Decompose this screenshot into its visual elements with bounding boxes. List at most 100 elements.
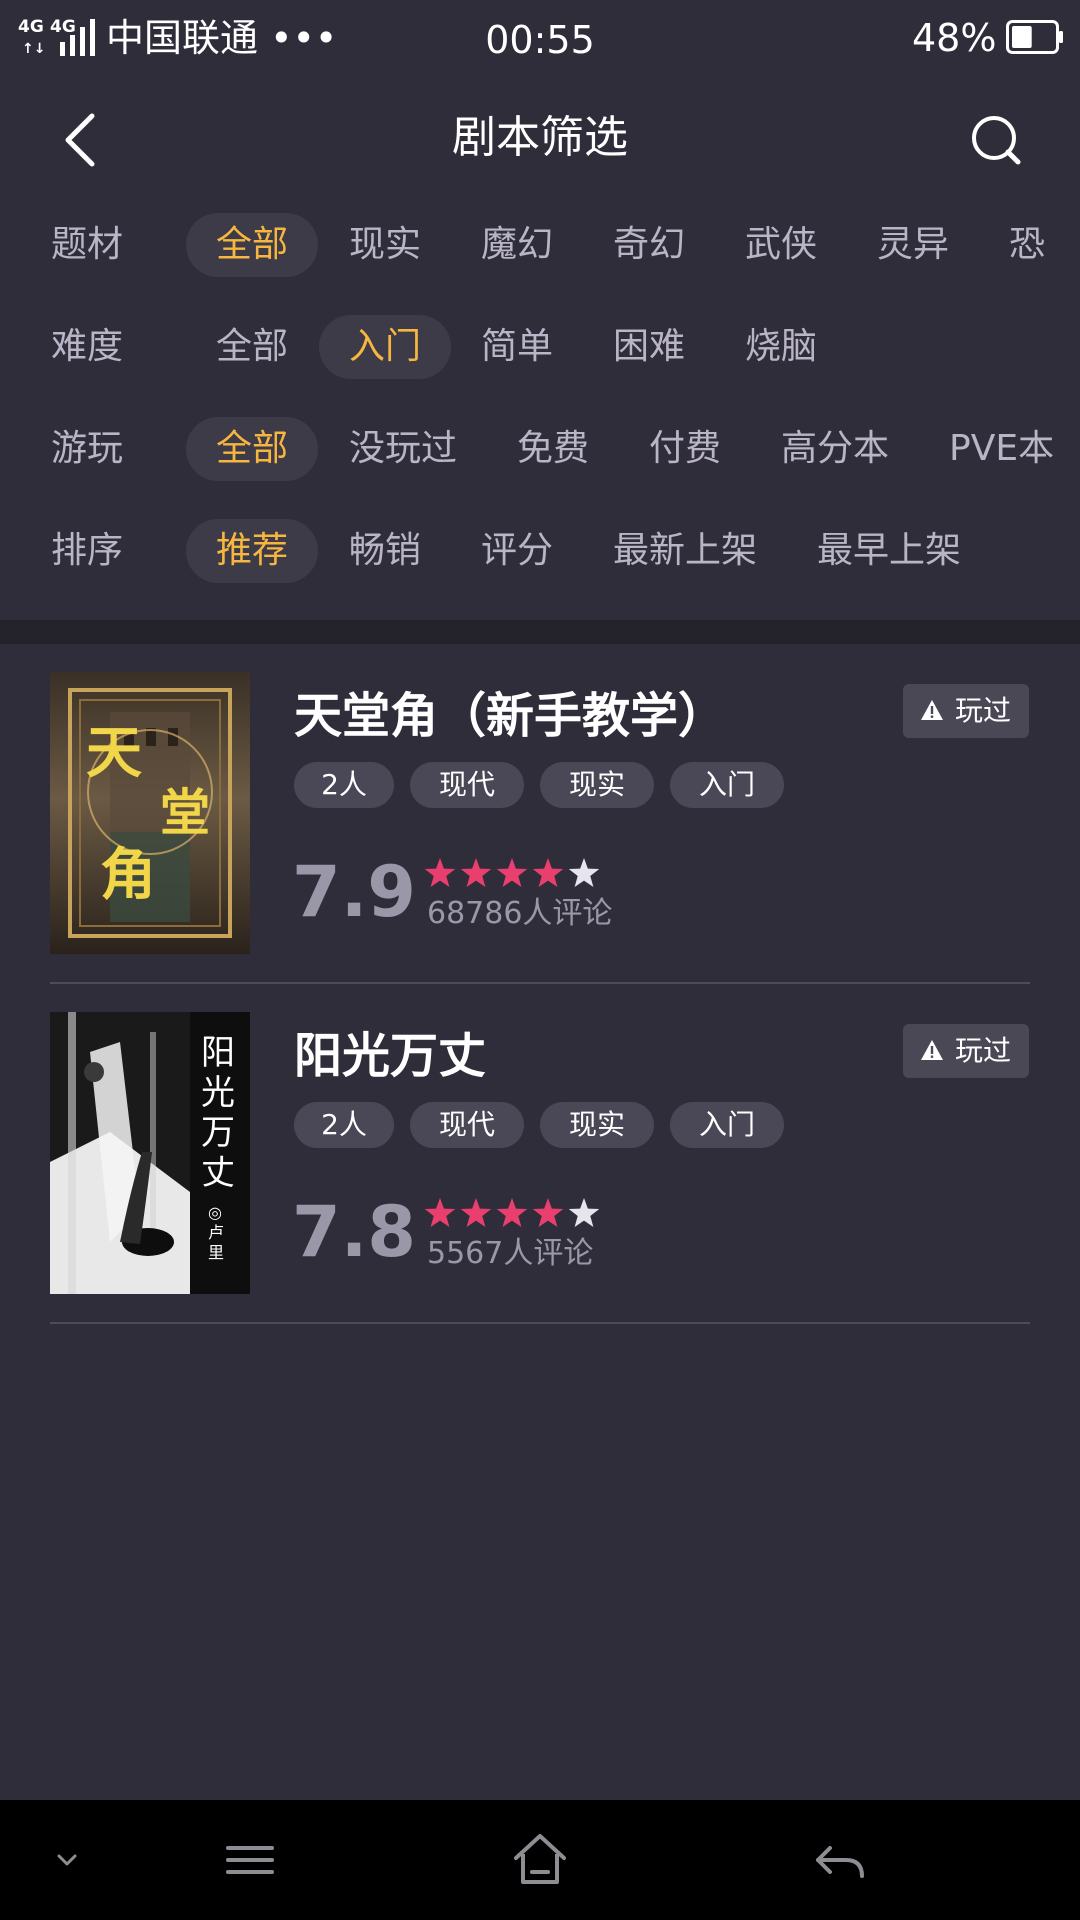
tag-difficulty: 入门 [670,762,784,808]
script-cover-author: 卢 [208,1223,224,1242]
filter-chip-play-not-played[interactable]: 没玩过 [319,417,487,481]
script-cover-image[interactable]: 天 堂 角 [50,672,250,954]
played-label: 玩过 [955,1034,1012,1067]
script-cover-text: 天 [86,720,142,786]
star-filled-icon [424,858,456,887]
star-rating [424,858,600,887]
system-nav-bar [0,1800,1080,1920]
filter-chip-sort-recommended[interactable]: 推荐 [186,519,319,583]
filter-chip-play-high-score[interactable]: 高分本 [751,417,919,481]
script-cover-text: 光 [201,1073,235,1113]
filter-chip-sort-bestselling[interactable]: 畅销 [319,519,451,583]
played-label: 玩过 [955,694,1012,727]
played-badge[interactable]: 玩过 [903,1024,1029,1078]
tag-theme: 现实 [540,762,654,808]
filter-chip-theme-supernatural[interactable]: 灵异 [847,213,979,277]
battery-percent: 48% [912,16,997,60]
star-rating [424,1198,600,1227]
tag-era: 现代 [410,762,524,808]
home-icon[interactable] [510,1830,570,1890]
tag-players: 2人 [294,762,394,808]
filter-chip-theme-realistic[interactable]: 现实 [319,213,451,277]
filter-row-difficulty: 难度 全部 入门 简单 困难 烧脑 [0,296,1080,398]
filter-chip-sort-newest[interactable]: 最新上架 [583,519,787,583]
script-cover-author: ◎ [208,1203,222,1222]
filter-chip-theme-fantasy[interactable]: 奇幻 [583,213,715,277]
script-score: 7.9 [292,851,417,933]
warning-icon [921,1040,943,1060]
script-title[interactable]: 阳光万丈 [294,1022,486,1090]
star-filled-icon [460,1198,492,1227]
tag-players: 2人 [294,1102,394,1148]
filter-chip-difficulty-brain-burning[interactable]: 烧脑 [715,315,847,379]
filter-chip-difficulty-easy[interactable]: 简单 [451,315,583,379]
signal-bars-icon [60,19,95,56]
menu-icon[interactable] [220,1830,280,1890]
clock: 00:55 [485,18,595,62]
filter-options: 全部 入门 简单 困难 烧脑 [186,296,1056,398]
script-score: 7.8 [292,1191,417,1273]
filter-row-sort: 排序 推荐 畅销 评分 最新上架 最早上架 [0,500,1080,602]
star-filled-icon [532,858,564,887]
section-divider [0,620,1080,644]
filter-options: 全部 没玩过 免费 付费 高分本 PVE本 [186,398,1056,500]
review-count: 5567人评论 [427,1236,594,1271]
filter-row-play: 游玩 全部 没玩过 免费 付费 高分本 PVE本 [0,398,1080,500]
tag-theme: 现实 [540,1102,654,1148]
filter-label: 难度 [51,326,124,367]
script-title[interactable]: 天堂角（新手教学） [294,682,726,750]
back-arrow-icon[interactable] [810,1830,870,1890]
carrier-name: 中国联通 ••• [106,16,338,60]
battery-icon [1006,20,1063,54]
filter-chip-play-all[interactable]: 全部 [186,417,319,481]
search-icon[interactable] [960,104,1032,176]
filter-chip-theme-wuxia[interactable]: 武侠 [715,213,847,277]
filter-chip-theme-magic[interactable]: 魔幻 [451,213,583,277]
chevron-down-icon[interactable] [50,1830,84,1890]
filter-label: 游玩 [51,428,124,469]
star-filled-icon [424,1198,456,1227]
review-count: 68786人评论 [427,896,613,931]
filter-label: 排序 [51,530,124,571]
filter-options: 全部 现实 魔幻 奇幻 武侠 灵异 恐 [186,194,1056,296]
filter-chip-sort-rating[interactable]: 评分 [451,519,583,583]
script-cover-text: 堂 [160,783,210,842]
filter-chip-play-pve[interactable]: PVE本 [919,417,1056,481]
script-cover-text: 阳 [201,1033,235,1073]
script-cover-author: 里 [208,1243,224,1262]
filter-label: 题材 [51,224,124,265]
star-empty-icon [568,1198,600,1227]
filter-row-theme: 题材 全部 现实 魔幻 奇幻 武侠 灵异 恐 [0,194,1080,296]
header: 剧本筛选 [0,80,1080,200]
chevron-left-icon[interactable] [50,102,120,178]
tag-era: 现代 [410,1102,524,1148]
filter-options: 推荐 畅销 评分 最新上架 最早上架 [186,500,1056,602]
filter-chip-difficulty-beginner[interactable]: 入门 [319,315,452,379]
script-cover-text: 万 [201,1113,235,1153]
filter-chip-play-paid[interactable]: 付费 [619,417,751,481]
filter-chip-play-free[interactable]: 免费 [487,417,619,481]
script-list-item[interactable]: 阳 光 万 丈 ◎ 卢 里 阳光万丈 玩过 2人 现代 现实 入门 7.8 55… [0,984,1080,1324]
star-empty-icon [568,858,600,887]
status-bar: 4G 4G ↑↓ 中国联通 ••• 00:55 48% [0,0,1080,80]
star-filled-icon [496,1198,528,1227]
played-badge[interactable]: 玩过 [903,684,1029,738]
page-title: 剧本筛选 [452,112,628,163]
data-arrows-icon: ↑↓ [22,41,46,57]
star-filled-icon [496,858,528,887]
warning-icon [921,700,943,720]
filter-chip-difficulty-all[interactable]: 全部 [186,315,318,379]
filter-chip-theme-all[interactable]: 全部 [186,213,319,277]
star-filled-icon [532,1198,564,1227]
network-type-1: 4G [18,17,44,37]
script-cover-image[interactable]: 阳 光 万 丈 ◎ 卢 里 [50,1012,250,1294]
filter-chip-sort-oldest[interactable]: 最早上架 [787,519,991,583]
filter-chip-difficulty-hard[interactable]: 困难 [583,315,715,379]
script-cover-text: 丈 [201,1153,235,1193]
filter-chip-theme-horror[interactable]: 恐 [979,213,1056,277]
script-list-item[interactable]: 天 堂 角 天堂角（新手教学） 玩过 2人 现代 现实 入门 7.9 68786… [0,644,1080,984]
script-cover-text: 角 [100,842,156,908]
star-filled-icon [460,858,492,887]
list-divider [50,1322,1030,1324]
tag-difficulty: 入门 [670,1102,784,1148]
